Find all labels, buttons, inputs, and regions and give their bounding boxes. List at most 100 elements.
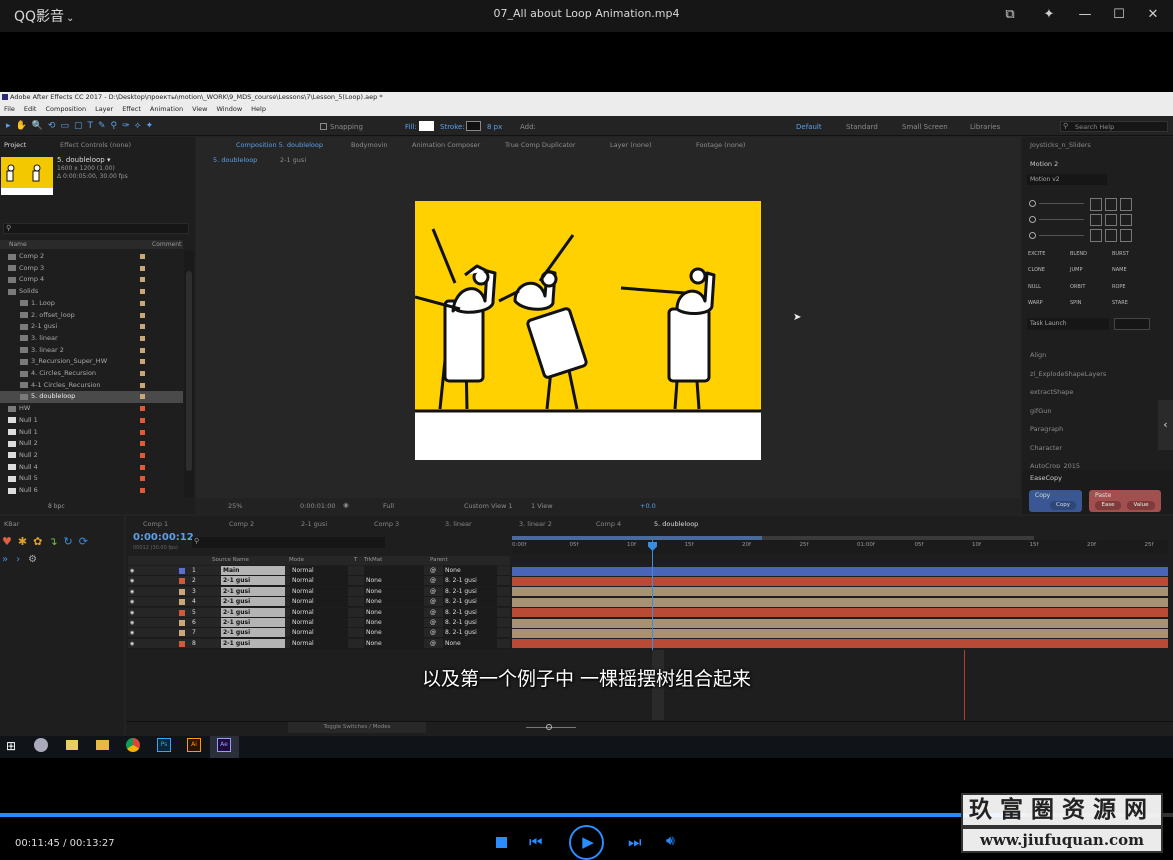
screenshot-icon[interactable]: ⧉ (999, 4, 1021, 26)
motion-spin-button[interactable]: SPIN (1070, 300, 1112, 311)
project-item[interactable]: Null 6 (0, 485, 183, 497)
kbar-buttons[interactable]: ♥✱✿↴↻⟳ (2, 535, 94, 548)
col-name[interactable]: Name (9, 240, 27, 249)
label-color-swatch[interactable] (140, 417, 145, 423)
label-color-swatch[interactable] (140, 464, 145, 470)
menu-effect[interactable]: Effect (122, 105, 141, 113)
stroke-width[interactable]: 8 px (487, 123, 502, 131)
motion-rope-button[interactable]: ROPE (1112, 284, 1154, 295)
label-color-swatch[interactable] (140, 441, 145, 447)
time-ruler[interactable]: 0:00f 05f 10f 15f 20f 25f 01:00f 05f 10f 15f 20f 25… (512, 540, 1168, 554)
snapping-checkbox[interactable] (320, 123, 327, 130)
label-color-swatch[interactable] (140, 289, 145, 295)
subtab-doubleloop[interactable]: 5. doubleloop (213, 156, 257, 164)
taskbar-app-icon[interactable] (34, 738, 48, 752)
project-item[interactable]: 2. offset_loop (0, 310, 183, 322)
windows-start-icon[interactable]: ⊞ (6, 739, 16, 753)
col-mode[interactable]: Mode (289, 556, 304, 565)
camera-icon[interactable]: ◉ (343, 501, 349, 509)
zoom-select[interactable]: 25% (228, 502, 242, 510)
copy-button[interactable]: Copy (1050, 501, 1076, 510)
tab-bodymovin[interactable]: Bodymovin (351, 141, 388, 149)
menu-file[interactable]: File (4, 105, 15, 113)
workspace-libraries[interactable]: Libraries (970, 123, 1000, 131)
label-color-swatch[interactable] (140, 265, 145, 271)
kbar-buttons-row2[interactable]: »›⚙ (2, 554, 45, 565)
zoom-slider[interactable] (512, 722, 592, 733)
label-color-swatch[interactable] (140, 254, 145, 259)
tab-layer[interactable]: Layer (none) (610, 141, 651, 149)
close-button[interactable]: ✕ (1142, 4, 1164, 26)
menu-composition[interactable]: Composition (45, 105, 86, 113)
anchor-grid[interactable] (1090, 198, 1135, 242)
motion-sliders[interactable] (1029, 200, 1089, 240)
volume-icon[interactable]: 🔊︎ (666, 833, 675, 849)
composition-canvas[interactable] (414, 201, 761, 460)
project-item[interactable]: Null 1 (0, 415, 183, 427)
motion-burst-button[interactable]: BURST (1112, 251, 1154, 262)
tab-footage[interactable]: Footage (none) (696, 141, 745, 149)
minimize-button[interactable]: — (1074, 4, 1096, 26)
illustrator-icon[interactable]: Ai (187, 738, 201, 752)
project-item[interactable]: Null 4 (0, 462, 183, 474)
project-item[interactable]: Comp 4 (0, 274, 183, 286)
timeline-tab[interactable]: 3. linear 2 (519, 520, 552, 528)
menu-animation[interactable]: Animation (150, 105, 183, 113)
project-item[interactable]: 4-1 Circles_Recursion (0, 380, 183, 392)
motion-warp-button[interactable]: WARP (1028, 300, 1070, 311)
tab-effect-controls[interactable]: Effect Controls (none) (60, 141, 131, 149)
after-effects-icon[interactable]: Ae (217, 738, 231, 752)
view-select[interactable]: Custom View 1 (464, 502, 513, 510)
project-item[interactable]: Comp 2 (0, 251, 183, 263)
project-item[interactable]: Null 5 (0, 473, 183, 485)
label-color-swatch[interactable] (140, 371, 145, 376)
motion-null-button[interactable]: NULL (1028, 284, 1070, 295)
subtab-gusi[interactable]: 2-1 gusi (280, 156, 306, 164)
panel-align[interactable]: Align (1030, 351, 1046, 359)
add-label[interactable]: Add: (520, 123, 536, 131)
label-color-swatch[interactable] (140, 347, 145, 353)
label-color-swatch[interactable] (140, 359, 145, 365)
label-color-swatch[interactable] (140, 277, 145, 283)
col-t[interactable]: T (354, 556, 357, 565)
photoshop-icon[interactable]: Ps (157, 738, 171, 752)
label-color-swatch[interactable] (140, 429, 145, 435)
label-color-swatch[interactable] (140, 300, 145, 306)
panel-extract-shape[interactable]: extractShape (1030, 388, 1073, 396)
folder-icon[interactable] (96, 740, 109, 750)
timeline-search-input[interactable]: ⚲ (192, 537, 385, 548)
panel-gifgun[interactable]: gifGun (1030, 407, 1052, 415)
col-comment[interactable]: Comment (152, 240, 181, 249)
timeline-tab[interactable]: 2-1 gusi (301, 520, 327, 528)
label-color-swatch[interactable] (140, 394, 145, 400)
ease-button[interactable]: Ease (1095, 501, 1121, 510)
timeline-timecode[interactable]: 0:00:00:12 (133, 532, 194, 543)
tab-project[interactable]: Project (4, 141, 26, 149)
workspace-default[interactable]: Default (796, 123, 822, 131)
project-scrollbar[interactable] (184, 251, 194, 497)
menu-layer[interactable]: Layer (95, 105, 113, 113)
project-item[interactable]: 3. linear 2 (0, 345, 183, 357)
menu-help[interactable]: Help (251, 105, 266, 113)
label-color-swatch[interactable] (140, 324, 145, 330)
stop-button[interactable] (496, 837, 507, 848)
value-button[interactable]: Value (1127, 501, 1155, 510)
timeline-tab[interactable]: Comp 1 (143, 520, 168, 528)
timeline-tab[interactable]: Comp 4 (596, 520, 621, 528)
project-item[interactable]: 2-1 gusi (0, 321, 183, 333)
next-icon[interactable]: ⏭ (628, 833, 642, 851)
project-item[interactable]: HW (0, 403, 183, 415)
workspace-standard[interactable]: Standard (846, 123, 878, 131)
label-color-swatch[interactable] (140, 488, 145, 493)
col-parent[interactable]: Parent (430, 556, 448, 565)
motion-orbit-button[interactable]: ORBIT (1070, 284, 1112, 295)
project-item[interactable]: 1. Loop (0, 298, 183, 310)
comp-name[interactable]: 5. doubleloop ▾ (57, 156, 110, 164)
stroke-swatch[interactable] (466, 121, 481, 131)
project-item[interactable]: Null 1 (0, 427, 183, 439)
panel-paragraph[interactable]: Paragraph (1030, 425, 1063, 433)
toggle-switches-modes[interactable]: Toggle Switches / Modes (288, 722, 426, 733)
views-count-select[interactable]: 1 View (531, 502, 553, 510)
timeline-tab[interactable]: 3. linear (445, 520, 472, 528)
label-color-swatch[interactable] (140, 476, 145, 482)
